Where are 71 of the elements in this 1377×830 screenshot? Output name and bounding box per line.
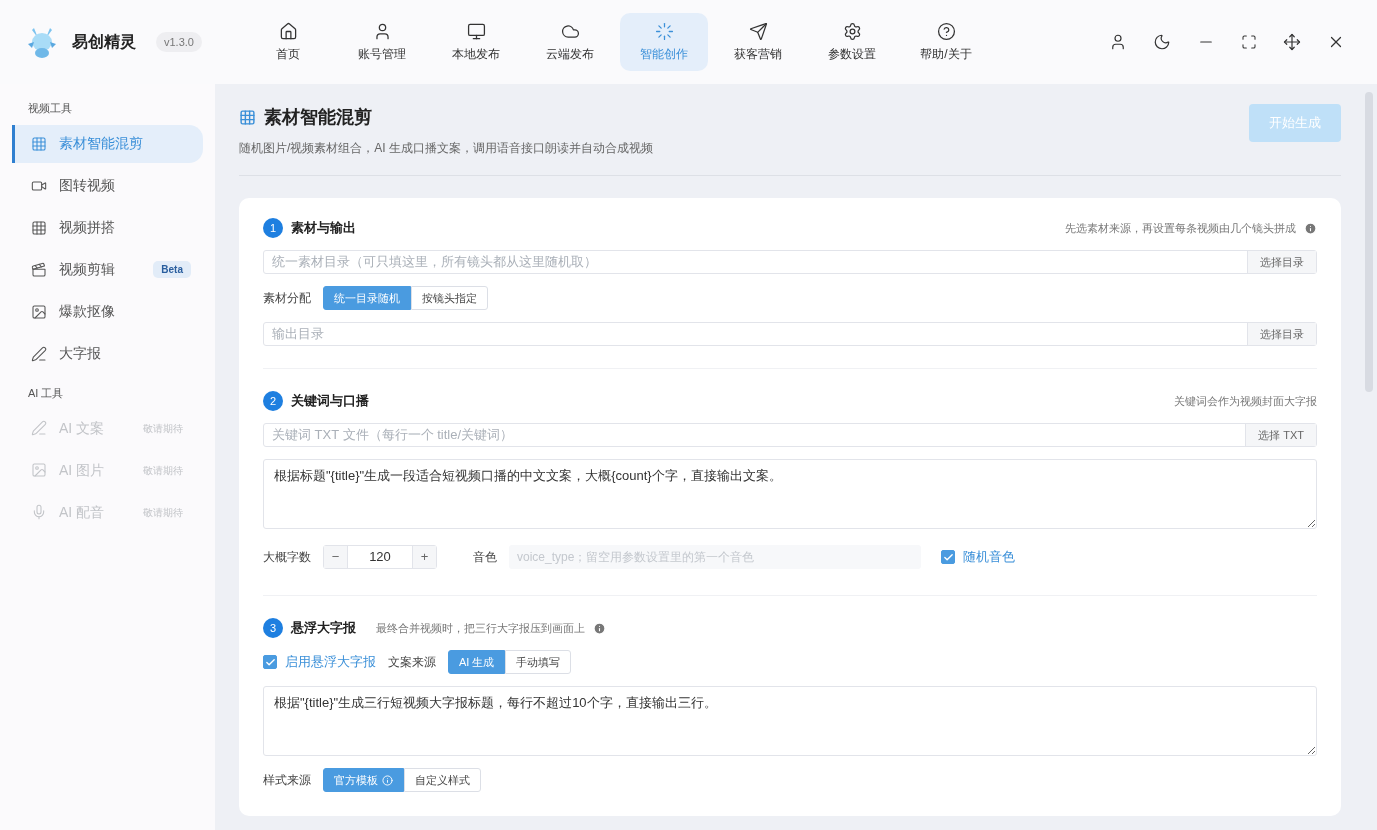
nav-tab[interactable]: 参数设置 xyxy=(808,13,896,71)
info-icon xyxy=(593,621,606,635)
section-title: 关键词与口播 xyxy=(291,392,369,411)
browse-button[interactable]: 选择目录 xyxy=(1247,323,1316,345)
nav-tab[interactable]: 云端发布 xyxy=(526,13,614,71)
nav-tab[interactable]: 获客营销 xyxy=(714,13,802,71)
fullscreen-icon[interactable] xyxy=(1241,34,1257,50)
image-icon xyxy=(31,462,47,478)
field-label: 素材分配 xyxy=(263,290,311,307)
pen-icon xyxy=(31,420,47,436)
segment-option[interactable]: 自定义样式 xyxy=(404,768,481,792)
sidebar-item[interactable]: 爆款抠像 xyxy=(12,292,203,331)
checkbox-label: 随机音色 xyxy=(963,548,1015,567)
browse-button[interactable]: 选择 TXT xyxy=(1245,424,1316,446)
section-hint: 先选素材来源，再设置每条视频由几个镜头拼成 xyxy=(1065,220,1296,236)
field-label: 样式来源 xyxy=(263,772,311,789)
checkbox[interactable] xyxy=(941,550,955,564)
sidebar-item[interactable]: 图转视频 xyxy=(12,166,203,205)
section-title: 素材与输出 xyxy=(291,219,356,238)
pen-icon xyxy=(31,345,47,362)
nav-tab[interactable]: 首页 xyxy=(244,13,332,71)
info-icon xyxy=(1304,221,1317,235)
prompt-textarea[interactable]: 根据标题"{title}"生成一段适合短视频口播的中文文案，大概{count}个字，直接输出文案。 xyxy=(263,459,1317,529)
sidebar-group-title: 视频工具 xyxy=(27,101,73,116)
nav-tab[interactable]: 账号管理 xyxy=(338,13,426,71)
segment-option[interactable]: 手动填写 xyxy=(505,650,572,674)
section-hint: 关键词会作为视频封面大字报 xyxy=(1174,393,1317,409)
section-hint: 最终合并视频时，把三行大字报压到画面上 xyxy=(376,620,585,636)
increment-button[interactable]: + xyxy=(412,546,436,568)
grid-icon xyxy=(31,135,47,152)
checkbox[interactable] xyxy=(263,655,277,669)
image-icon xyxy=(31,303,47,320)
step-number: 3 xyxy=(263,618,283,638)
monitor-icon xyxy=(466,21,486,41)
grid-icon xyxy=(31,219,47,236)
paper-plane-icon xyxy=(748,21,768,41)
sidebar-group-title: AI 工具 xyxy=(27,385,65,401)
decrement-button[interactable]: − xyxy=(324,546,348,568)
number-value: 120 xyxy=(368,548,392,567)
browse-button[interactable]: 选择目录 xyxy=(1247,251,1316,273)
help-icon xyxy=(936,21,956,41)
nav-tab[interactable]: 帮助/关于 xyxy=(902,13,990,71)
nav-tab[interactable]: 本地发布 xyxy=(432,13,520,71)
field-label: 音色 xyxy=(473,549,497,566)
sidebar-item[interactable]: 大字报 xyxy=(12,334,203,373)
field-label: 大概字数 xyxy=(263,549,311,566)
sparkle-icon xyxy=(654,21,674,41)
segment-option[interactable]: 按镜头指定 xyxy=(411,286,488,310)
sidebar-item[interactable]: 视频拼搭 xyxy=(12,208,203,247)
home-icon xyxy=(278,21,298,41)
path-field[interactable]: 输出目录 选择目录 xyxy=(263,322,1317,346)
prompt-textarea[interactable]: 根据"{title}"生成三行短视频大字报标题，每行不超过10个字，直接输出三行。 xyxy=(263,686,1317,756)
info-icon xyxy=(382,774,393,786)
field-label: 文案来源 xyxy=(388,654,436,671)
sidebar-item[interactable]: 视频剪辑 Beta xyxy=(12,250,203,289)
version-badge: v1.3.0 xyxy=(156,31,202,53)
checkbox-label: 启用悬浮大字报 xyxy=(285,653,376,672)
step-number: 2 xyxy=(263,391,283,411)
moon-icon[interactable] xyxy=(1153,33,1171,51)
microphone-icon xyxy=(31,504,47,520)
app-name: 易创精灵 xyxy=(72,32,136,52)
section-title: 悬浮大字报 xyxy=(291,619,356,638)
settings-icon xyxy=(842,21,862,41)
page-title: 素材智能混剪 xyxy=(264,106,372,129)
step-number: 1 xyxy=(263,218,283,238)
move-icon[interactable] xyxy=(1283,33,1301,51)
page-subtitle: 随机图片/视频素材组合，AI 生成口播文案，调用语音接口朗读并自动合成视频 xyxy=(239,140,653,157)
number-stepper[interactable]: − 120 + xyxy=(323,545,437,569)
badge-label: Beta xyxy=(161,263,183,277)
user-icon[interactable] xyxy=(1109,33,1127,51)
grid-icon xyxy=(239,109,256,126)
